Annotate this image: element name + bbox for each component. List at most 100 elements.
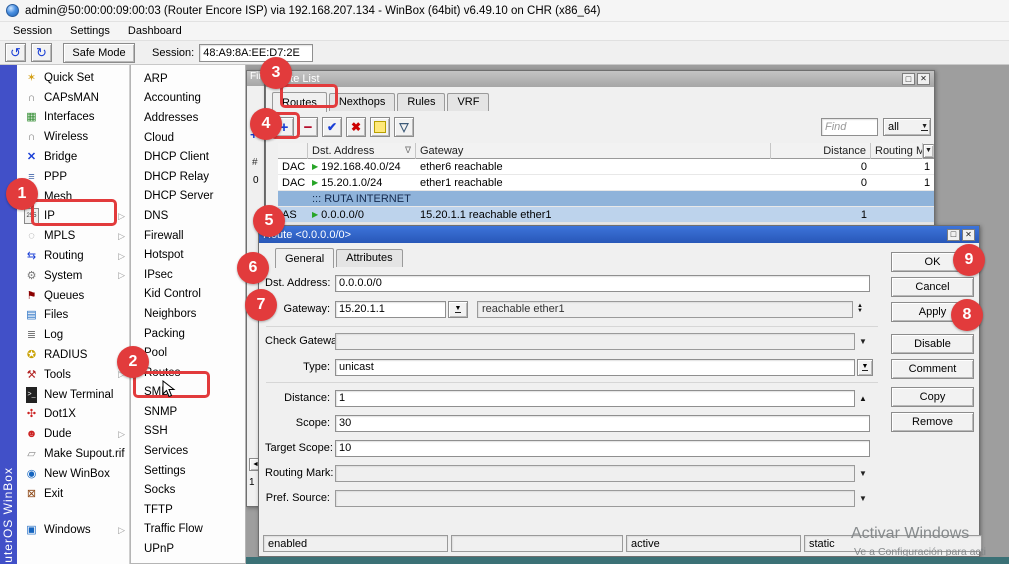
submenu-item-kid-control[interactable]: Kid Control <box>131 285 245 305</box>
gateway-dropdown-button[interactable] <box>448 301 468 318</box>
column-distance[interactable]: Distance <box>771 143 871 159</box>
menu-dashboard[interactable]: Dashboard <box>119 22 191 40</box>
find-input[interactable] <box>821 118 878 136</box>
type-dropdown-button[interactable] <box>857 359 873 376</box>
remove-route-button[interactable] <box>298 117 318 137</box>
type-input[interactable] <box>335 359 855 376</box>
gateway-input[interactable] <box>335 301 446 318</box>
submenu-item-socks[interactable]: Socks <box>131 480 245 500</box>
submenu-item-addresses[interactable]: Addresses <box>131 108 245 128</box>
submenu-item-settings[interactable]: Settings <box>131 461 245 481</box>
table-row[interactable]: DAC 192.168.40.0/24 ether6 reachable 0 1 <box>278 159 934 175</box>
scope-input[interactable] <box>335 415 870 432</box>
session-input[interactable] <box>199 44 313 62</box>
disable-button[interactable]: Disable <box>891 334 974 354</box>
submenu-item-dns[interactable]: DNS <box>131 206 245 226</box>
comment-button[interactable] <box>370 117 390 137</box>
sidebar-item-new-winbox[interactable]: New WinBox <box>17 464 129 484</box>
redo-button[interactable] <box>31 43 52 62</box>
submenu-item-arp[interactable]: ARP <box>131 69 245 89</box>
submenu-item-dhcp-relay[interactable]: DHCP Relay <box>131 167 245 187</box>
tab-rules[interactable]: Rules <box>397 93 445 111</box>
sidebar-item-quick-set[interactable]: Quick Set <box>17 68 129 88</box>
sidebar-item-windows[interactable]: Windows <box>17 521 129 541</box>
sidebar-item-dot1x[interactable]: Dot1X <box>17 405 129 425</box>
table-row-comment[interactable]: ::: RUTA INTERNET <box>278 191 934 207</box>
submenu-item-dhcp-client[interactable]: DHCP Client <box>131 147 245 167</box>
maximize-icon[interactable] <box>902 73 915 85</box>
column-select-button[interactable] <box>923 144 934 158</box>
column-dst-address[interactable]: Dst. Address <box>308 143 416 159</box>
target-scope-input[interactable] <box>335 440 870 457</box>
menu-settings[interactable]: Settings <box>61 22 119 40</box>
dropdown-arrow-icon[interactable] <box>859 494 867 503</box>
submenu-item-upnp[interactable]: UPnP <box>131 539 245 559</box>
submenu-item-ipsec[interactable]: IPsec <box>131 265 245 285</box>
column-flags[interactable] <box>278 143 308 159</box>
submenu-item-tftp[interactable]: TFTP <box>131 500 245 520</box>
tab-attributes[interactable]: Attributes <box>336 249 402 267</box>
enable-route-button[interactable] <box>322 117 342 137</box>
sidebar-item-tools[interactable]: Tools <box>17 365 129 385</box>
column-gateway[interactable]: Gateway <box>416 143 771 159</box>
table-row[interactable]: DAC 15.20.1.0/24 ether1 reachable 0 1 <box>278 175 934 191</box>
sidebar-item-dude[interactable]: Dude <box>17 424 129 444</box>
routing-mark-dropdown[interactable] <box>335 465 855 482</box>
filter-scope-dropdown[interactable]: all <box>883 118 931 136</box>
submenu-item-firewall[interactable]: Firewall <box>131 226 245 246</box>
dropdown-arrow-icon[interactable] <box>859 469 867 478</box>
tab-nexthops[interactable]: Nexthops <box>329 93 395 111</box>
sidebar-item-wireless[interactable]: Wireless <box>17 127 129 147</box>
spin-up-icon[interactable] <box>859 394 867 403</box>
sidebar-item-new-terminal[interactable]: New Terminal <box>17 385 129 405</box>
distance-input[interactable] <box>335 390 855 407</box>
dropdown-arrow-icon[interactable] <box>859 337 867 346</box>
remove-button[interactable]: Remove <box>891 412 974 432</box>
sidebar-item-log[interactable]: Log <box>17 325 129 345</box>
submenu-item-accounting[interactable]: Accounting <box>131 89 245 109</box>
sidebar-item-radius[interactable]: RADIUS <box>17 345 129 365</box>
sidebar-item-queues[interactable]: Queues <box>17 286 129 306</box>
submenu-item-packing[interactable]: Packing <box>131 324 245 344</box>
close-icon[interactable] <box>917 73 930 85</box>
menu-session[interactable]: Session <box>4 22 61 40</box>
winbox-app-window: admin@50:00:00:09:00:03 (Router Encore I… <box>0 0 1009 564</box>
safe-mode-button[interactable]: Safe Mode <box>63 43 135 63</box>
route-list-titlebar[interactable]: Route List <box>266 71 934 87</box>
submenu-item-services[interactable]: Services <box>131 441 245 461</box>
column-routing-mark[interactable]: Routing Mark <box>871 143 923 159</box>
submenu-item-ssh[interactable]: SSH <box>131 422 245 442</box>
sidebar-item-make-supout[interactable]: Make Supout.rif <box>17 444 129 464</box>
sidebar-item-files[interactable]: Files <box>17 306 129 326</box>
maximize-icon[interactable] <box>947 229 960 241</box>
submenu-item-hotspot[interactable]: Hotspot <box>131 245 245 265</box>
submenu-item-neighbors[interactable]: Neighbors <box>131 304 245 324</box>
sidebar-item-capsman[interactable]: CAPsMAN <box>17 88 129 108</box>
undo-button[interactable] <box>5 43 26 62</box>
pref-source-dropdown[interactable] <box>335 490 855 507</box>
filter-button[interactable] <box>394 117 414 137</box>
dst-address-input[interactable] <box>335 275 870 292</box>
sidebar-item-exit[interactable]: Exit <box>17 484 129 504</box>
close-icon[interactable] <box>962 229 975 241</box>
sidebar-item-mpls[interactable]: MPLS <box>17 226 129 246</box>
tab-general[interactable]: General <box>275 248 334 268</box>
route-dialog-titlebar[interactable]: Route <0.0.0.0/0> <box>259 226 979 243</box>
sidebar-item-interfaces[interactable]: Interfaces <box>17 108 129 128</box>
check-gateway-dropdown[interactable] <box>335 333 855 350</box>
submenu-item-traffic-flow[interactable]: Traffic Flow <box>131 520 245 540</box>
disable-route-button[interactable] <box>346 117 366 137</box>
table-row-selected[interactable]: AS 0.0.0.0/0 15.20.1.1 reachable ether1 … <box>278 207 934 223</box>
submenu-item-snmp[interactable]: SNMP <box>131 402 245 422</box>
submenu-item-dhcp-server[interactable]: DHCP Server <box>131 187 245 207</box>
comment-button[interactable]: Comment <box>891 359 974 379</box>
sidebar-item-routing[interactable]: Routing <box>17 246 129 266</box>
cancel-button[interactable]: Cancel <box>891 277 974 297</box>
sidebar-item-bridge[interactable]: Bridge <box>17 147 129 167</box>
route-dialog-tabs: General Attributes <box>275 247 403 267</box>
submenu-item-cloud[interactable]: Cloud <box>131 128 245 148</box>
tab-vrf[interactable]: VRF <box>447 93 489 111</box>
copy-button[interactable]: Copy <box>891 387 974 407</box>
gateway-spinner[interactable] <box>857 304 863 314</box>
sidebar-item-system[interactable]: System <box>17 266 129 286</box>
